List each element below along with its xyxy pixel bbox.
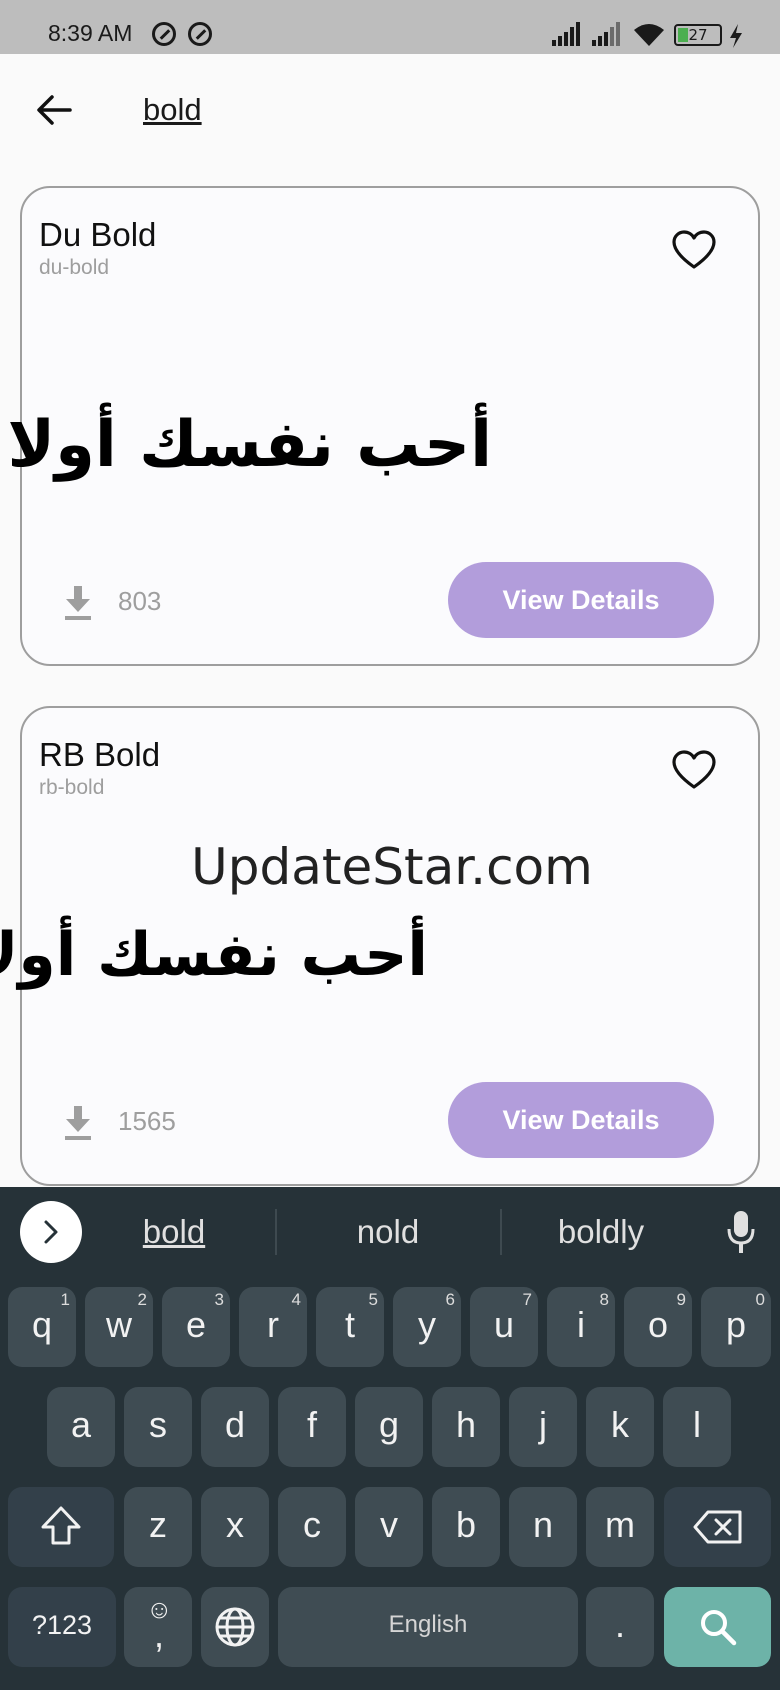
- search-icon: [700, 1610, 736, 1646]
- globe-icon: [215, 1607, 255, 1647]
- search-app-bar: bold: [0, 54, 780, 166]
- signal-icon: [592, 22, 622, 46]
- download-icon: [65, 1106, 91, 1140]
- key-t[interactable]: t5: [316, 1287, 384, 1367]
- key-d[interactable]: d: [201, 1387, 269, 1467]
- key-q[interactable]: q1: [8, 1287, 76, 1367]
- key-a[interactable]: a: [47, 1387, 115, 1467]
- key-n[interactable]: n: [509, 1487, 577, 1567]
- view-details-button[interactable]: View Details: [448, 1082, 714, 1158]
- font-preview-text: أحب نفسك أولا: [0, 920, 428, 990]
- signal-icon: [552, 22, 582, 46]
- key-k[interactable]: k: [586, 1387, 654, 1467]
- microphone-icon[interactable]: [726, 1209, 756, 1255]
- key-m[interactable]: m: [586, 1487, 654, 1567]
- font-title: Du Bold: [39, 216, 157, 253]
- symbols-key[interactable]: ?123: [8, 1587, 116, 1667]
- download-count: 803: [118, 586, 162, 616]
- backspace-key[interactable]: [664, 1487, 771, 1567]
- key-b[interactable]: b: [432, 1487, 500, 1567]
- soft-keyboard: bold nold boldly q1 w2 e3 r4 t5 y6 u7 i8…: [0, 1187, 780, 1690]
- download-count: 1565: [118, 1106, 176, 1136]
- key-s[interactable]: s: [124, 1387, 192, 1467]
- status-time: 8:39 AM: [48, 20, 133, 46]
- shift-key[interactable]: [8, 1487, 114, 1567]
- key-l[interactable]: l: [663, 1387, 731, 1467]
- language-key[interactable]: [201, 1587, 269, 1667]
- search-key[interactable]: [664, 1587, 771, 1667]
- suggestion-item[interactable]: boldly: [501, 1213, 701, 1251]
- font-title: RB Bold: [39, 736, 161, 773]
- font-card[interactable]: Du Bold du-bold أحب نفسك أولا 803 View D…: [7, 186, 760, 666]
- key-c[interactable]: c: [278, 1487, 346, 1567]
- period-key[interactable]: .: [586, 1587, 654, 1667]
- suggestion-divider: [275, 1209, 277, 1255]
- emoji-comma-key[interactable]: ☺ ,: [124, 1587, 192, 1667]
- key-z[interactable]: z: [124, 1487, 192, 1567]
- search-input[interactable]: bold: [143, 92, 202, 128]
- suggestion-bar: bold nold boldly: [0, 1187, 780, 1279]
- battery-icon: 27: [674, 24, 722, 46]
- font-preview-text: أحب نفسك أولا: [7, 408, 492, 482]
- key-e[interactable]: e3: [162, 1287, 230, 1367]
- wifi-icon: [634, 24, 664, 46]
- key-r[interactable]: r4: [239, 1287, 307, 1367]
- key-u[interactable]: u7: [470, 1287, 538, 1367]
- font-slug: du-bold: [39, 256, 110, 279]
- watermark-text: UpdateStar.com: [191, 838, 593, 896]
- key-o[interactable]: o9: [624, 1287, 692, 1367]
- key-f[interactable]: f: [278, 1387, 346, 1467]
- font-slug: rb-bold: [39, 776, 105, 799]
- backspace-icon: [693, 1510, 741, 1544]
- chevron-right-icon: [44, 1220, 58, 1244]
- charging-icon: [730, 24, 742, 48]
- key-v[interactable]: v: [355, 1487, 423, 1567]
- data-saver-icon: [188, 22, 212, 46]
- view-details-button[interactable]: View Details: [448, 562, 714, 638]
- status-bar: 8:39 AM 27: [0, 0, 780, 54]
- favorite-heart-icon[interactable]: [672, 750, 716, 790]
- key-g[interactable]: g: [355, 1387, 423, 1467]
- suggestion-item[interactable]: bold: [74, 1213, 274, 1251]
- arrow-back-icon[interactable]: [34, 90, 74, 130]
- suggestion-item[interactable]: nold: [288, 1213, 488, 1251]
- key-y[interactable]: y6: [393, 1287, 461, 1367]
- shift-icon: [41, 1506, 81, 1545]
- key-h[interactable]: h: [432, 1387, 500, 1467]
- battery-level: 27: [688, 26, 708, 44]
- favorite-heart-icon[interactable]: [672, 230, 716, 270]
- space-key[interactable]: English: [278, 1587, 578, 1667]
- download-icon: [65, 586, 91, 620]
- expand-toolbar-button[interactable]: [20, 1201, 82, 1263]
- key-x[interactable]: x: [201, 1487, 269, 1567]
- key-w[interactable]: w2: [85, 1287, 153, 1367]
- key-i[interactable]: i8: [547, 1287, 615, 1367]
- key-p[interactable]: p0: [701, 1287, 771, 1367]
- key-j[interactable]: j: [509, 1387, 577, 1467]
- font-card[interactable]: RB Bold rb-bold UpdateStar.com أحب نفسك …: [0, 706, 760, 1186]
- do-not-disturb-icon: [152, 22, 176, 46]
